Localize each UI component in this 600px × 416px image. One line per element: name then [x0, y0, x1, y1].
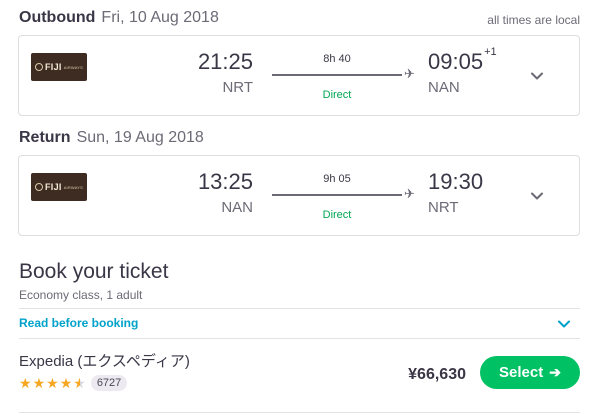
outbound-header: Outbound Fri, 10 Aug 2018	[19, 9, 219, 29]
chevron-down-icon[interactable]	[558, 319, 570, 329]
departure-time: 21:25	[197, 49, 253, 74]
plane-icon: ✈	[404, 186, 415, 201]
airline-logo-subtext: AIRWAYS	[63, 64, 84, 70]
rating-stars: ★ ★ ★ ★ ★ 6727	[19, 375, 128, 391]
timezone-note: all times are local	[487, 13, 580, 27]
chevron-down-icon[interactable]	[531, 70, 543, 82]
arrival-airport: NRT	[428, 199, 459, 216]
arrival-time: 09:05+1	[428, 46, 497, 75]
read-before-booking-link[interactable]: Read before booking	[19, 316, 138, 330]
divider	[19, 338, 580, 339]
airline-logo: FIJI AIRWAYS	[31, 173, 87, 201]
star-icon: ★	[32, 375, 46, 391]
departure-airport: NAN	[221, 199, 253, 216]
flight-duration: 8h 40	[323, 53, 351, 65]
select-button[interactable]: Select ➔	[480, 356, 580, 389]
return-flight-card[interactable]: FIJI AIRWAYS 13:25 NAN 9h 05 ✈ Direct 19…	[18, 155, 580, 236]
book-title: Book your ticket	[19, 260, 169, 283]
return-label: Return	[19, 129, 71, 146]
outbound-flight-card[interactable]: FIJI AIRWAYS 21:25 NRT 8h 40 ✈ Direct 09…	[18, 35, 580, 116]
stops-label: Direct	[322, 89, 352, 101]
route-line	[272, 194, 402, 196]
plane-icon: ✈	[404, 66, 415, 81]
outbound-label: Outbound	[19, 9, 96, 26]
airline-logo-text: FIJI	[44, 182, 62, 192]
divider	[19, 412, 580, 413]
arrival-time-value: 09:05	[428, 49, 484, 74]
flight-duration: 9h 05	[323, 173, 351, 185]
arrival-time: 19:30	[428, 169, 484, 194]
cabin-passengers: Economy class, 1 adult	[19, 288, 143, 302]
airline-logo-text: FIJI	[44, 62, 62, 72]
airline-logo-mark	[34, 183, 43, 191]
airline-logo-subtext: AIRWAYS	[63, 184, 84, 190]
arrival-airport: NAN	[428, 79, 460, 96]
arrow-right-icon: ➔	[549, 364, 561, 380]
chevron-down-icon[interactable]	[531, 190, 543, 202]
airline-logo-mark	[34, 63, 43, 71]
divider	[19, 308, 580, 309]
departure-airport: NRT	[222, 79, 253, 96]
price: ¥66,630	[408, 366, 466, 383]
day-offset: +1	[484, 46, 497, 58]
star-icon: ★	[46, 375, 59, 391]
stops-label: Direct	[322, 209, 352, 221]
star-icon: ★	[19, 375, 32, 391]
airline-logo: FIJI AIRWAYS	[31, 53, 87, 81]
provider-name[interactable]: Expedia (エクスペディア)	[19, 350, 190, 371]
departure-time: 13:25	[197, 169, 253, 194]
star-icon: ★	[59, 375, 73, 391]
return-date: Sun, 19 Aug 2018	[76, 129, 204, 146]
return-header: Return Sun, 19 Aug 2018	[19, 129, 204, 149]
half-star-icon: ★	[73, 375, 86, 391]
route-line	[272, 74, 402, 76]
outbound-date: Fri, 10 Aug 2018	[101, 9, 219, 26]
select-button-label: Select	[499, 364, 544, 381]
review-count: 6727	[90, 375, 128, 391]
